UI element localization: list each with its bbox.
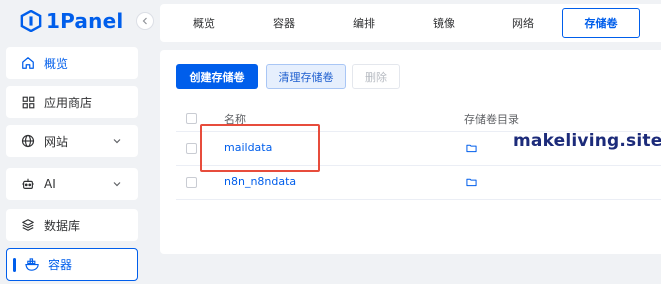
chevron-left-icon xyxy=(142,17,147,25)
column-header-mountpoint: 存储卷目录 xyxy=(464,113,519,126)
tab-overview[interactable]: 概览 xyxy=(164,8,244,38)
prune-volumes-button[interactable]: 清理存储卷 xyxy=(266,64,346,89)
sidebar-item-app-store[interactable]: 应用商店 xyxy=(6,86,138,118)
volume-name-link[interactable]: n8n_n8ndata xyxy=(224,175,296,188)
sidebar-item-label: 概览 xyxy=(44,56,69,71)
tab-networks[interactable]: 网络 xyxy=(484,8,562,38)
collapse-sidebar-button[interactable] xyxy=(136,12,154,30)
folder-icon[interactable] xyxy=(466,143,477,153)
grid-icon xyxy=(20,94,36,110)
whale-icon xyxy=(24,257,40,273)
sidebar-item-label: 应用商店 xyxy=(44,95,93,110)
sidebar-item-label: 网站 xyxy=(44,134,69,149)
tab-images[interactable]: 镜像 xyxy=(404,8,484,38)
robot-icon xyxy=(20,176,36,192)
sidebar-item-label: 容器 xyxy=(48,258,73,272)
row-checkbox[interactable] xyxy=(186,177,197,188)
container-tabs: 概览 容器 编排 镜像 网络 存储卷 xyxy=(160,4,661,42)
sidebar-item-container[interactable]: 容器 xyxy=(6,248,138,281)
globe-icon xyxy=(20,133,36,149)
logo-icon xyxy=(20,10,42,32)
sidebar: 1Panel 概览 应用商店 网站 AI 数据库 容器 xyxy=(0,0,146,284)
tab-volumes[interactable]: 存储卷 xyxy=(562,8,640,38)
logo[interactable]: 1Panel xyxy=(20,8,123,34)
folder-icon[interactable] xyxy=(466,177,477,187)
sidebar-item-website[interactable]: 网站 xyxy=(6,125,138,157)
tab-containers[interactable]: 容器 xyxy=(244,8,324,38)
sidebar-item-database[interactable]: 数据库 xyxy=(6,209,138,241)
highlight-box xyxy=(200,124,320,172)
watermark-text: makeliving.site xyxy=(513,131,661,151)
sidebar-item-ai[interactable]: AI xyxy=(6,168,138,200)
layers-icon xyxy=(20,217,36,233)
sidebar-item-label: 数据库 xyxy=(44,218,81,233)
delete-button[interactable]: 删除 xyxy=(352,64,400,89)
active-indicator xyxy=(13,257,16,272)
chevron-down-icon xyxy=(113,139,121,144)
row-checkbox[interactable] xyxy=(186,143,197,154)
home-icon xyxy=(20,55,36,71)
logo-text: 1Panel xyxy=(46,9,124,33)
create-volume-button[interactable]: 创建存储卷 xyxy=(176,64,258,89)
sidebar-item-label: AI xyxy=(44,177,56,191)
tab-compose[interactable]: 编排 xyxy=(324,8,404,38)
chevron-down-icon xyxy=(113,182,121,187)
select-all-checkbox[interactable] xyxy=(186,113,197,124)
sidebar-item-overview[interactable]: 概览 xyxy=(6,47,138,79)
